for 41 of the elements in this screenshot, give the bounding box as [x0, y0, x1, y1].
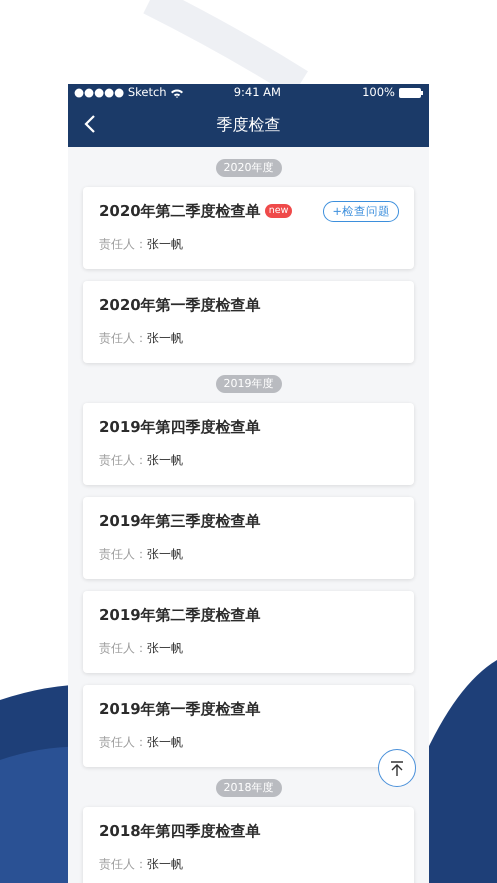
person-name: 张一帆 [147, 856, 183, 872]
person-label: 责任人： [99, 640, 147, 656]
scroll-top-button[interactable] [378, 749, 416, 787]
inspection-card[interactable]: 2019年第一季度检查单 责任人：张一帆 [83, 685, 414, 767]
page-title: 季度检查 [216, 114, 280, 136]
inspection-card[interactable]: 2018年第四季度检查单 责任人：张一帆 [83, 807, 414, 883]
arrow-up-icon [390, 760, 404, 776]
card-title: 2020年第一季度检查单 [99, 295, 261, 316]
person-name: 张一帆 [147, 734, 183, 750]
person-label: 责任人： [99, 330, 147, 346]
inspection-card[interactable]: 2019年第二季度检查单 责任人：张一帆 [83, 591, 414, 673]
carrier-text: ●●●●● Sketch [74, 84, 167, 102]
card-title: 2019年第三季度检查单 [99, 511, 261, 532]
year-label: 2020年度 [216, 159, 282, 177]
person-label: 责任人： [99, 546, 147, 562]
person-label: 责任人： [99, 236, 147, 252]
year-label: 2018年度 [216, 779, 282, 797]
person-name: 张一帆 [147, 640, 183, 656]
person-name: 张一帆 [147, 452, 183, 468]
person-label: 责任人： [99, 734, 147, 750]
person-label: 责任人： [99, 452, 147, 468]
card-title: 2018年第四季度检查单 [99, 821, 261, 842]
card-title: 2019年第四季度检查单 [99, 417, 261, 438]
person-name: 张一帆 [147, 546, 183, 562]
wifi-icon [170, 88, 183, 98]
inspection-card[interactable]: 2020年第二季度检查单 new +检查问题 责任人：张一帆 [83, 187, 414, 269]
card-title: 2019年第一季度检查单 [99, 699, 261, 720]
new-badge: new [264, 204, 292, 218]
person-name: 张一帆 [147, 236, 183, 252]
clock-text: 9:41 AM [234, 84, 281, 102]
back-icon[interactable] [84, 115, 96, 133]
inspection-card[interactable]: 2019年第四季度检查单 责任人：张一帆 [83, 403, 414, 485]
person-label: 责任人： [99, 856, 147, 872]
card-title: 2019年第二季度检查单 [99, 605, 261, 626]
person-name: 张一帆 [147, 330, 183, 346]
card-title: 2020年第二季度检查单 [99, 201, 261, 222]
battery-text: 100% [362, 84, 395, 102]
inspection-card[interactable]: 2019年第三季度检查单 责任人：张一帆 [83, 497, 414, 579]
year-label: 2019年度 [216, 375, 282, 393]
battery-icon [399, 88, 423, 98]
inspection-card[interactable]: 2020年第一季度检查单 责任人：张一帆 [83, 281, 414, 363]
